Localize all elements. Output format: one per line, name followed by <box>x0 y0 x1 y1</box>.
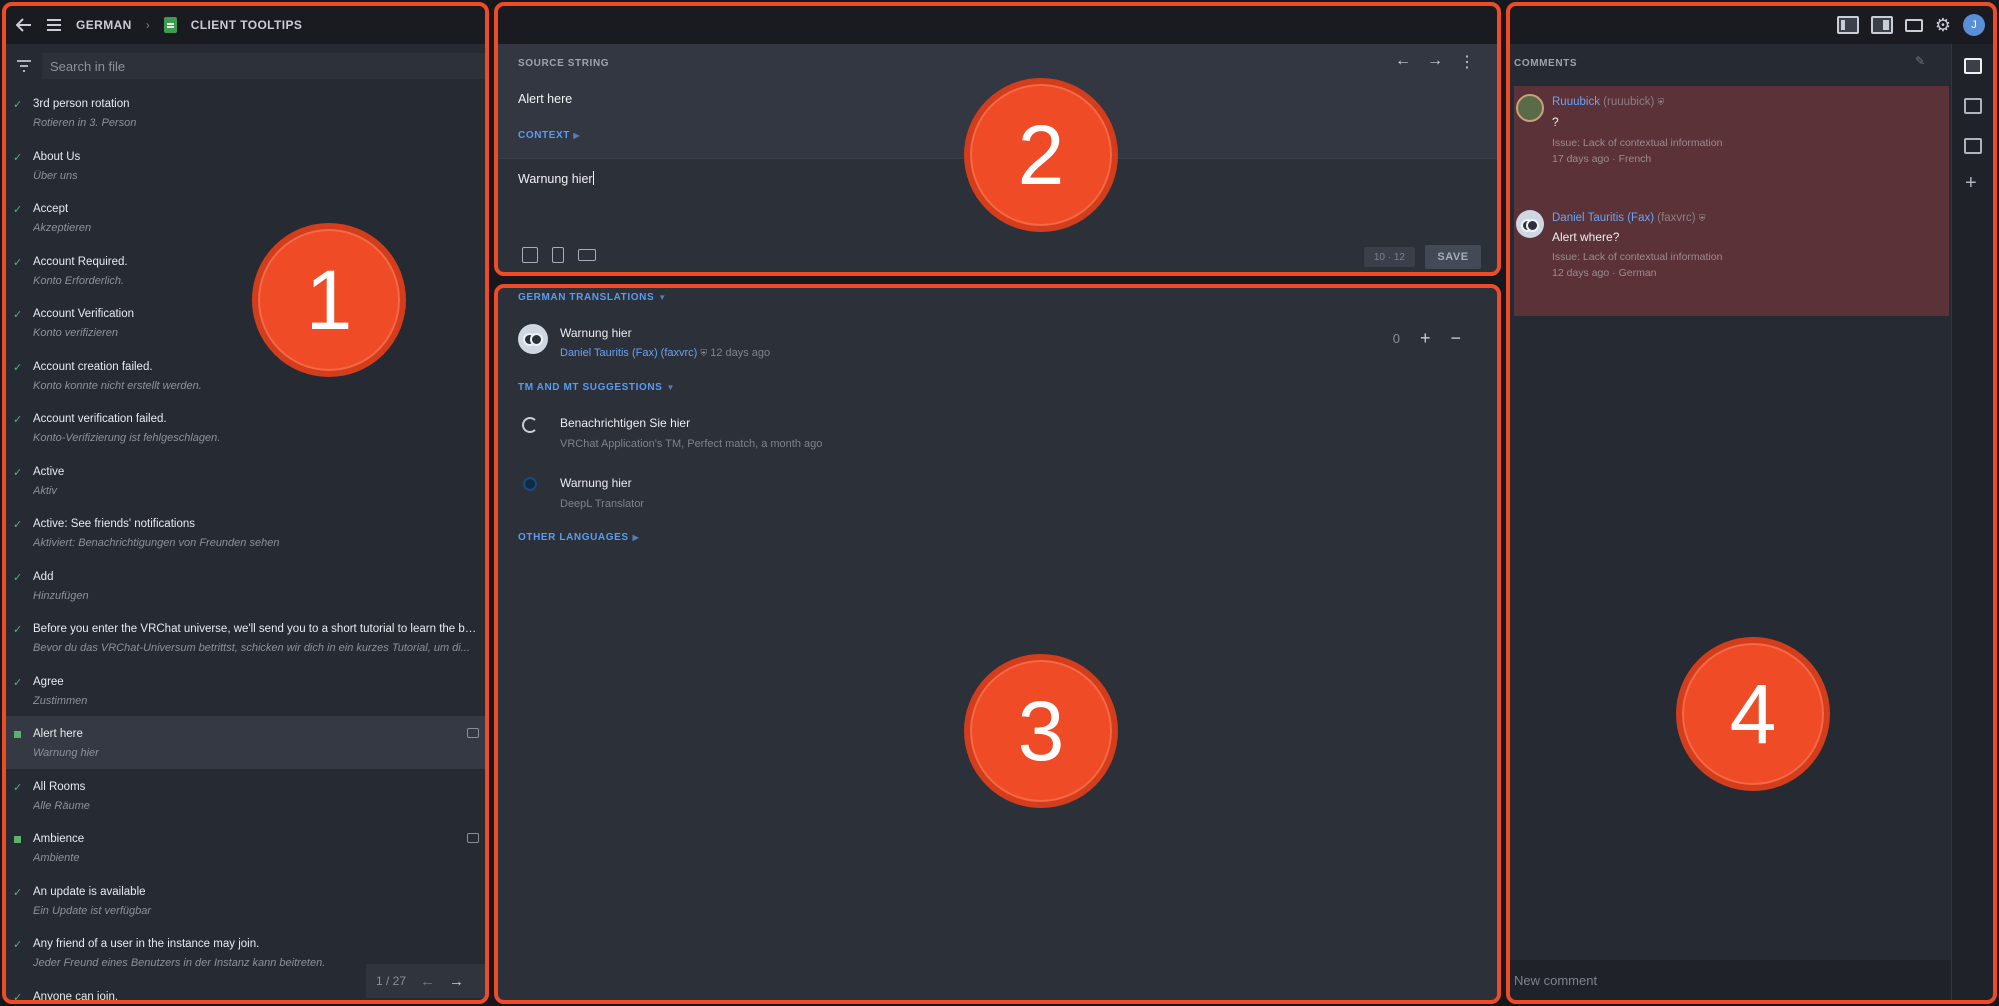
callout-frame-4 <box>1506 2 1997 1004</box>
callout-frame-3 <box>494 284 1501 1004</box>
translation-editor: GERMAN › CLIENT TOOLTIPS ✓3rd person rot… <box>0 0 1999 1006</box>
callout-badge-2: 2 <box>964 78 1118 232</box>
callout-frame-1 <box>2 2 489 1004</box>
callout-badge-4: 4 <box>1676 637 1830 791</box>
callout-badge-3: 3 <box>964 654 1118 808</box>
callout-badge-1: 1 <box>252 223 406 377</box>
